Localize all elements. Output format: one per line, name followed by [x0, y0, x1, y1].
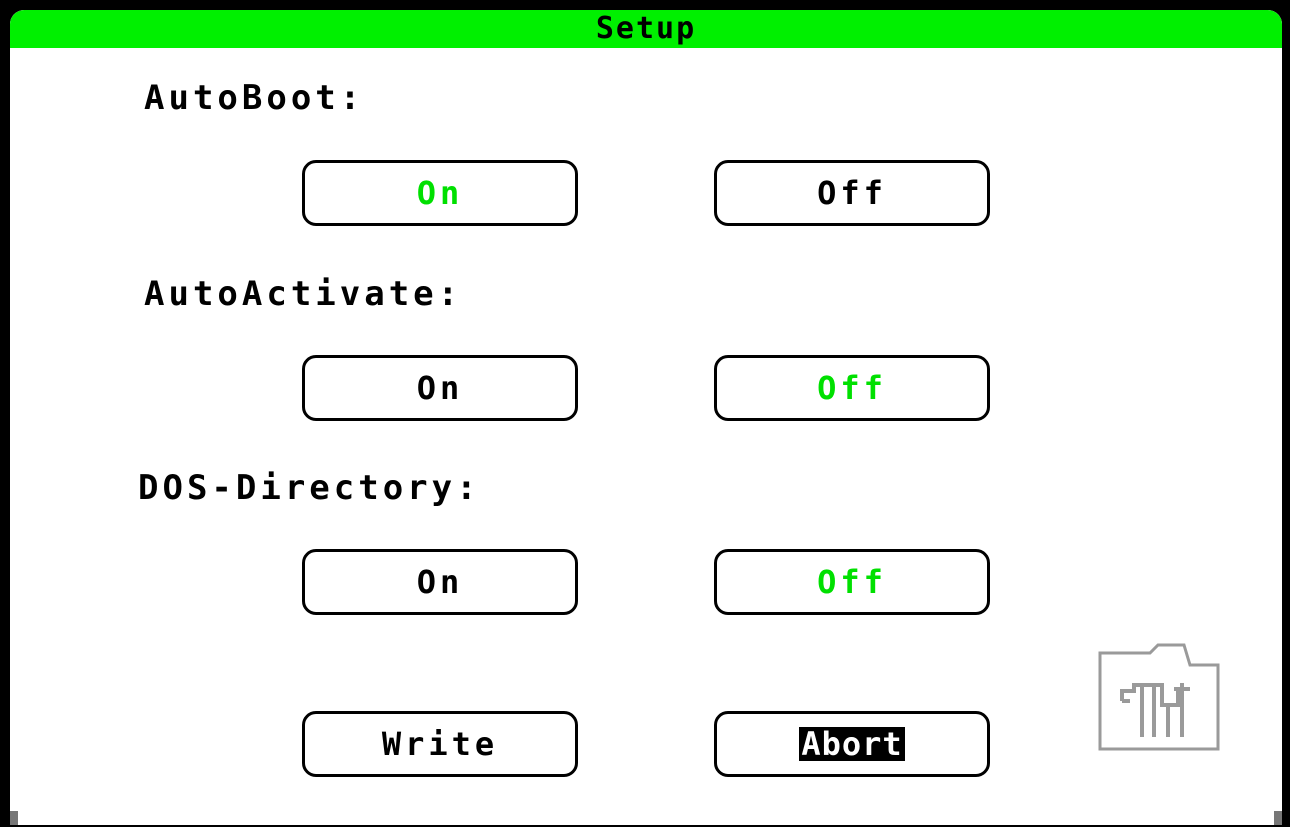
write-button[interactable]: Write — [302, 711, 578, 777]
bottom-right-corner — [1274, 811, 1282, 825]
autoboot-on-button[interactable]: On — [302, 160, 578, 226]
setup-window: Setup AutoBoot: On Off AutoActivate: On … — [10, 10, 1282, 825]
abort-button-label: Abort — [799, 725, 905, 763]
dos-directory-off-button[interactable]: Off — [714, 549, 990, 615]
autoboot-off-button[interactable]: Off — [714, 160, 990, 226]
autoactivate-off-button[interactable]: Off — [714, 355, 990, 421]
title-bar[interactable]: Setup — [10, 10, 1282, 48]
dos-directory-label: DOS-Directory: — [138, 468, 481, 508]
autoactivate-label: AutoActivate: — [144, 274, 463, 314]
autoboot-label: AutoBoot: — [144, 78, 365, 118]
autoactivate-on-button[interactable]: On — [302, 355, 578, 421]
abort-button[interactable]: Abort — [714, 711, 990, 777]
dos-directory-on-button[interactable]: On — [302, 549, 578, 615]
bottom-left-corner — [10, 811, 18, 825]
window-title: Setup — [595, 11, 697, 46]
write-button-label: Write — [381, 725, 499, 763]
disk-tool-icon[interactable] — [1098, 643, 1220, 751]
